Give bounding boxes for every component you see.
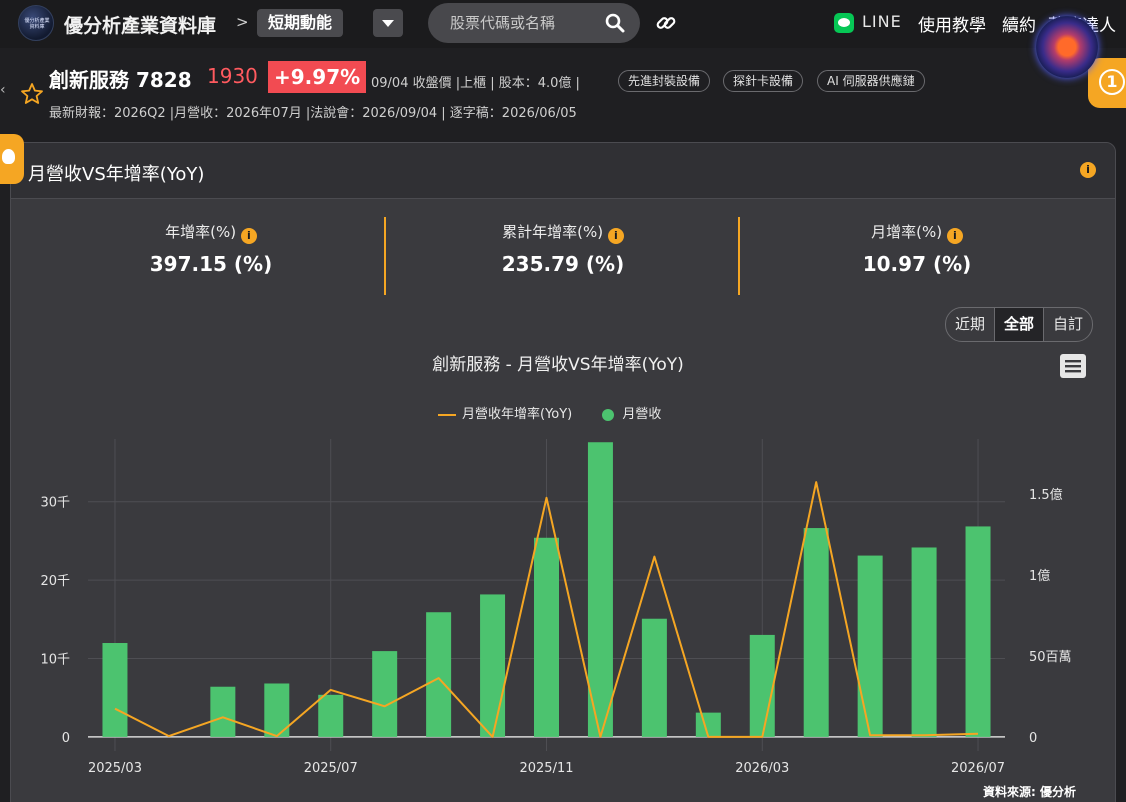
legend-item-revenue[interactable]: 月營收 xyxy=(622,407,661,422)
revenue-bar xyxy=(695,712,721,737)
stat-value: 10.97 (%) xyxy=(862,252,972,276)
left-axis-tick-label: 30千 xyxy=(40,496,70,511)
x-axis-tick-label: 2025/07 xyxy=(304,761,358,776)
info-icon[interactable]: i xyxy=(1080,162,1096,178)
card-header: 月營收VS年增率(YoY) i xyxy=(11,143,1115,199)
range-option-all[interactable]: 全部 xyxy=(995,308,1045,341)
chart-menu-icon[interactable] xyxy=(1060,354,1086,378)
legend-dot-marker xyxy=(602,408,615,421)
link-icon[interactable] xyxy=(655,12,677,34)
revenue-card: 月營收VS年增率(YoY) i 年增率(%) i 397.15 (%) 累計年增… xyxy=(10,142,1116,802)
notification-count: 1 xyxy=(1099,69,1125,95)
revenue-bar xyxy=(803,528,829,737)
revenue-bar xyxy=(965,526,991,737)
revenue-bar xyxy=(641,618,667,737)
info-icon[interactable]: i xyxy=(240,228,257,244)
stat-divider xyxy=(384,217,386,295)
range-option-custom[interactable]: 自訂 xyxy=(1044,308,1092,341)
x-axis-tick-label: 2026/03 xyxy=(735,761,789,776)
chart-legend: 月營收年增率(YoY) 月營收 xyxy=(438,403,661,422)
revenue-bar xyxy=(426,612,452,737)
revenue-bar xyxy=(587,442,613,737)
line-icon[interactable] xyxy=(834,13,854,33)
stat-cumulative-yoy: 累計年增率(%) i 235.79 (%) xyxy=(388,221,738,276)
revenue-bar xyxy=(534,537,559,737)
revenue-bar xyxy=(480,594,506,737)
industry-chip[interactable]: 先進封裝設備 xyxy=(618,70,711,92)
stat-label: 月增率(%) xyxy=(871,223,943,241)
x-axis-tick-label: 2025/11 xyxy=(519,761,573,776)
revenue-bar xyxy=(210,686,236,737)
logo-text: 優分析產業資料庫 xyxy=(24,18,50,30)
industry-chip[interactable]: 探針卡設備 xyxy=(723,70,804,92)
top-bar: 優分析產業資料庫 優分析產業資料庫 > 短期動能 LINE 使用教學 續約 蘋億… xyxy=(0,0,1126,48)
section-button[interactable]: 短期動能 xyxy=(257,9,344,37)
brand-title[interactable]: 優分析產業資料庫 xyxy=(64,11,216,38)
stat-label: 年增率(%) xyxy=(165,223,237,241)
legend-item-yoy[interactable]: 月營收年增率(YoY) xyxy=(462,407,572,422)
industry-chip[interactable]: AI 伺服器供應鏈 xyxy=(817,70,925,92)
left-axis-tick-label: 0 xyxy=(62,731,70,746)
search-input[interactable] xyxy=(450,12,610,34)
legend-line-marker xyxy=(438,413,456,416)
revenue-yoy-chart: 0 10千 20千 30千 0 50百萬 1億 1.5億 2025/03 2025/07 2025/… xyxy=(40,439,1072,776)
revenue-bar xyxy=(911,547,937,737)
data-source: 資料來源: 優分析 xyxy=(983,785,1076,799)
info-icon[interactable]: i xyxy=(607,228,624,244)
notification-badge[interactable]: 1 xyxy=(1088,58,1126,108)
x-axis-tick-label: 2025/03 xyxy=(88,761,142,776)
range-option-recent[interactable]: 近期 xyxy=(946,308,996,341)
revenue-bar xyxy=(857,555,883,737)
right-axis-tick-label: 1.5億 xyxy=(1029,487,1063,503)
line-link[interactable]: LINE xyxy=(862,12,902,31)
revenue-bar xyxy=(372,651,398,737)
revenue-bar xyxy=(749,634,775,737)
user-avatar[interactable] xyxy=(1036,16,1098,78)
nav-renew[interactable]: 續約 xyxy=(1002,11,1036,36)
section-dropdown-button[interactable] xyxy=(373,9,403,37)
stat-value: 397.15 (%) xyxy=(149,252,273,276)
card-title: 月營收VS年增率(YoY) xyxy=(28,164,205,185)
revenue-bar xyxy=(102,643,128,737)
chart-title: 創新服務 - 月營收VS年增率(YoY) xyxy=(432,355,684,375)
range-selector: 近期 全部 自訂 xyxy=(945,307,1094,342)
stat-label: 累計年增率(%) xyxy=(502,223,604,241)
chevron-left-icon[interactable]: ‹ xyxy=(0,82,6,98)
right-axis-tick-label: 1億 xyxy=(1029,568,1050,584)
stock-report-dates: 最新財報：2026Q2 |月營收：2026年07月 |法說會：2026/09/0… xyxy=(49,106,577,121)
stock-name: 創新服務 7828 xyxy=(49,68,192,92)
stat-value: 235.79 (%) xyxy=(501,252,625,276)
lightbulb-icon[interactable] xyxy=(0,134,24,184)
right-axis-tick-label: 0 xyxy=(1029,731,1037,746)
stock-price: 1930 xyxy=(207,64,258,88)
price-change-badge: +9.97% xyxy=(268,61,367,93)
x-axis-tick-label: 2026/07 xyxy=(951,761,1005,776)
stat-yoy: 年增率(%) i 397.15 (%) xyxy=(36,221,386,276)
info-icon[interactable]: i xyxy=(946,228,963,244)
stat-divider xyxy=(738,217,740,295)
star-icon[interactable] xyxy=(20,82,44,106)
revenue-bar xyxy=(318,694,344,737)
search-icon[interactable] xyxy=(604,12,626,34)
stat-mom: 月增率(%) i 10.97 (%) xyxy=(742,221,1092,276)
breadcrumb-separator: > xyxy=(236,13,249,31)
stock-meta: 09/04 收盤價 |上櫃 | 股本：4.0億 | xyxy=(371,76,580,91)
left-axis-tick-label: 20千 xyxy=(40,574,70,589)
brand-logo[interactable]: 優分析產業資料庫 xyxy=(18,5,54,41)
left-axis-tick-label: 10千 xyxy=(40,652,70,667)
search-box[interactable] xyxy=(428,3,640,43)
nav-tutorial[interactable]: 使用教學 xyxy=(918,11,986,36)
right-axis-tick-label: 50百萬 xyxy=(1029,650,1072,665)
